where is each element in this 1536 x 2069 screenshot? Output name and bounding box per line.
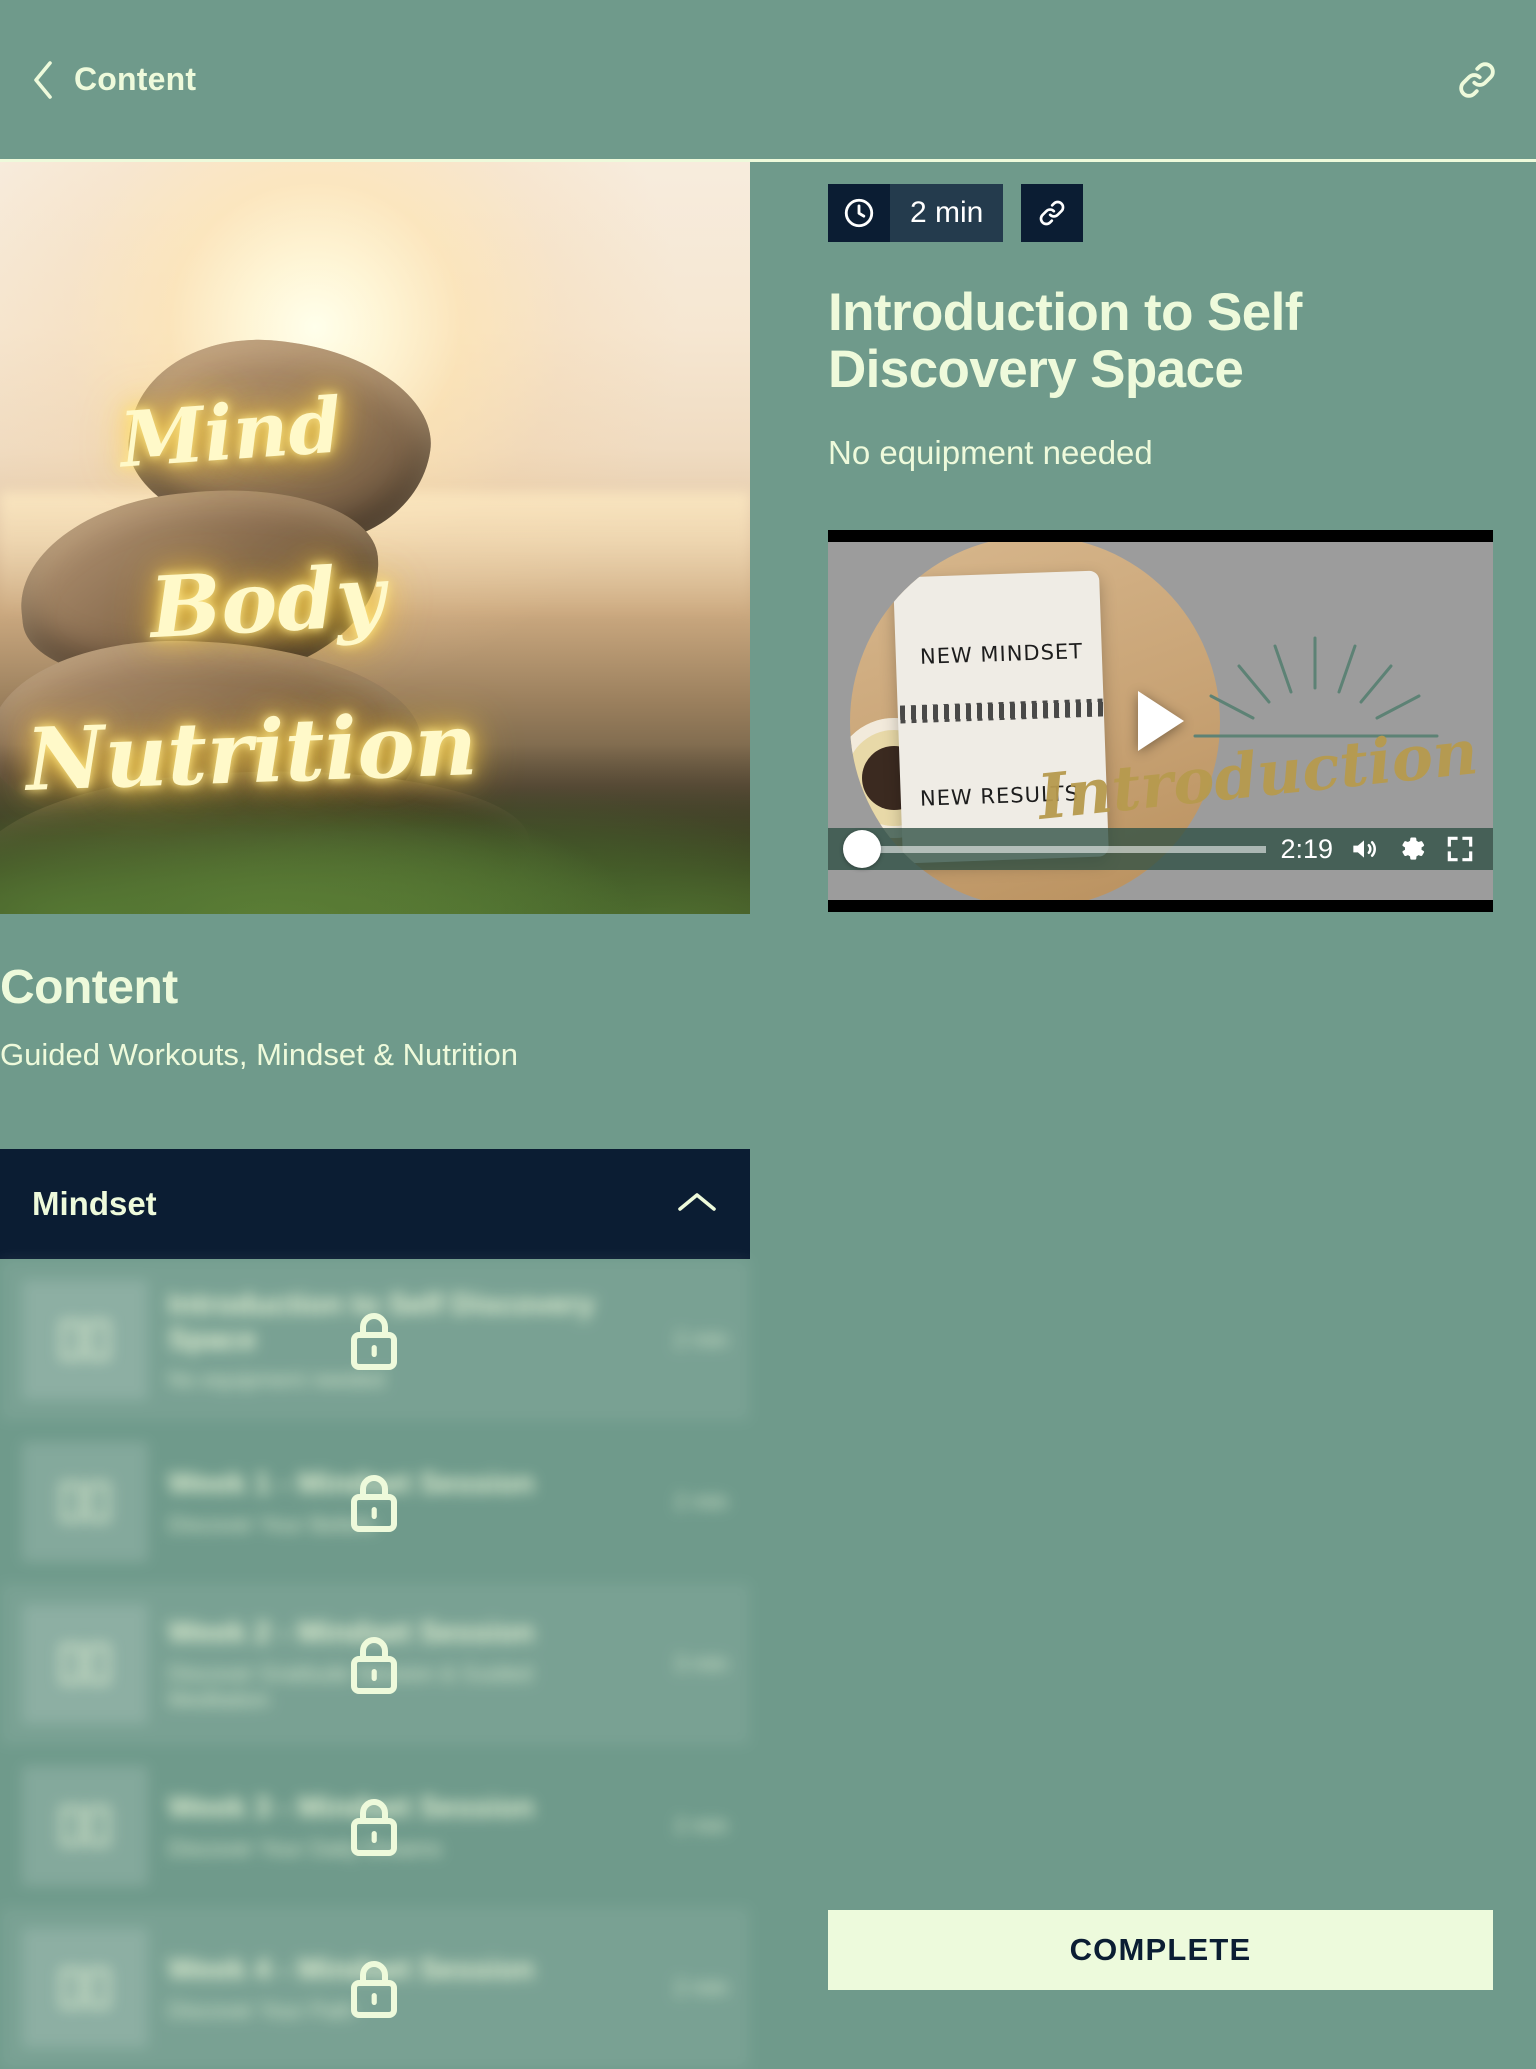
lesson-duration: 3 min (674, 1651, 728, 1676)
detail-title: Introduction to Self Discovery Space (828, 283, 1302, 400)
progress-knob[interactable] (843, 830, 881, 869)
video-player[interactable]: NEW MINDSET NEW RESULTS Introduction 2:1… (828, 530, 1493, 913)
copy-link-button[interactable] (1021, 184, 1084, 242)
book-icon (22, 1604, 148, 1724)
lesson-duration: 2 min (674, 1813, 728, 1838)
lesson-row-wrap-4[interactable]: Week 4 - Mindset Session Discover Your P… (0, 1907, 750, 2069)
left-column: Mind Body Nutrition Content Guided Worko… (0, 162, 750, 2069)
lesson-title: Week 1 - Mindset Session (168, 1467, 535, 1501)
lesson-row-wrap-3[interactable]: Week 3 - Mindset Session Discover Your D… (0, 1745, 750, 1907)
lesson-duration: 2 min (674, 1975, 728, 2000)
hero-word-nutrition: Nutrition (24, 694, 479, 811)
lesson-duration: 2 min (674, 1489, 728, 1514)
page-body: Mind Body Nutrition Content Guided Worko… (0, 162, 1536, 2069)
volume-up-icon[interactable] (1347, 832, 1381, 866)
lesson-meta: Week 2 - Mindset Session Discover Gratit… (168, 1615, 638, 1712)
lesson-meta: Introduction to Self Discovery Space No … (168, 1287, 638, 1394)
link-icon[interactable] (1454, 57, 1500, 103)
hero-word-body: Body (147, 545, 388, 658)
right-column: 2 min Introduction to Self Discovery Spa… (828, 162, 1536, 913)
lesson-meta: Week 1 - Mindset Session Discover Your B… (168, 1466, 638, 1537)
duration-badge: 2 min (828, 184, 1004, 242)
page-title: Content (0, 961, 178, 1014)
book-icon (22, 1280, 148, 1400)
progress-scrubber[interactable] (843, 828, 1267, 870)
lesson-subtitle: Discover Your Beliefs (168, 1511, 376, 1537)
chevron-left-icon (30, 59, 56, 101)
list-item[interactable]: Week 4 - Mindset Session Discover Your P… (0, 1907, 750, 2069)
hero-word-mind: Mind (117, 380, 345, 485)
lesson-row-wrap-2[interactable]: Week 2 - Mindset Session Discover Gratit… (0, 1583, 750, 1745)
lesson-subtitle: Discover Your Path (168, 1997, 356, 2023)
accordion-header-mindset[interactable]: Mindset (0, 1149, 750, 1259)
complete-button[interactable]: COMPLETE (828, 1910, 1493, 1990)
lesson-title: Week 4 - Mindset Session (168, 1953, 535, 1987)
play-icon[interactable] (1137, 691, 1184, 752)
lesson-list: Introduction to Self Discovery Space No … (0, 1259, 750, 2069)
lesson-meta: Week 3 - Mindset Session Discover Your D… (168, 1790, 638, 1861)
lesson-subtitle: No equipment needed (168, 1367, 385, 1393)
detail-badge-row: 2 min (828, 184, 1536, 242)
clock-icon (828, 184, 890, 242)
lesson-row-wrap-0[interactable]: Introduction to Self Discovery Space No … (0, 1259, 750, 1421)
time-remaining: 2:19 (1280, 833, 1333, 864)
top-app-bar: Content (0, 0, 1536, 162)
gear-icon[interactable] (1395, 832, 1429, 866)
back-label: Content (74, 61, 197, 97)
lesson-title: Introduction to Self Discovery Space (168, 1287, 595, 1356)
chevron-up-icon[interactable] (676, 1189, 718, 1220)
accordion-title: Mindset (32, 1185, 157, 1222)
list-item[interactable]: Week 3 - Mindset Session Discover Your D… (0, 1745, 750, 1907)
list-item[interactable]: Week 1 - Mindset Session Discover Your B… (0, 1421, 750, 1583)
detail-subtitle: No equipment needed (828, 434, 1153, 472)
lesson-subtitle: Discover Gratitude Session & Guided Medi… (168, 1660, 533, 1712)
duration-text: 2 min (890, 184, 1004, 242)
fullscreen-icon[interactable] (1443, 832, 1477, 866)
lesson-subtitle: Discover Your Daily Dreams (168, 1835, 442, 1861)
progress-track (844, 845, 1267, 853)
lesson-meta: Week 4 - Mindset Session Discover Your P… (168, 1952, 638, 2023)
book-icon (22, 1442, 148, 1562)
list-item[interactable]: Week 2 - Mindset Session Discover Gratit… (0, 1583, 750, 1745)
video-controls: 2:19 (828, 828, 1493, 871)
book-icon (22, 1766, 148, 1886)
book-icon (22, 1928, 148, 2048)
lesson-duration: 2 min (674, 1327, 728, 1352)
page-subtitle: Guided Workouts, Mindset & Nutrition (0, 1037, 519, 1072)
lesson-row-wrap-1[interactable]: Week 1 - Mindset Session Discover Your B… (0, 1421, 750, 1583)
back-button[interactable]: Content (30, 59, 196, 101)
lesson-title: Week 2 - Mindset Session (168, 1616, 535, 1650)
lesson-title: Week 3 - Mindset Session (168, 1791, 535, 1825)
hero-image: Mind Body Nutrition (0, 162, 750, 914)
list-item[interactable]: Introduction to Self Discovery Space No … (0, 1259, 750, 1421)
